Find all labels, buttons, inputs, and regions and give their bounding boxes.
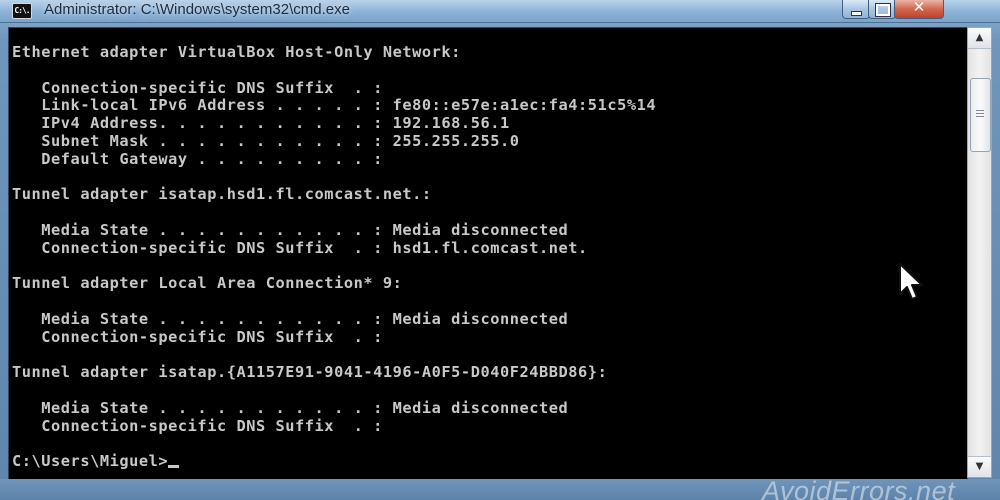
scroll-down-arrow-icon[interactable]: ▼ bbox=[968, 456, 991, 477]
title-bar[interactable]: C:\. Administrator: C:\Windows\system32\… bbox=[0, 0, 1000, 23]
mouse-pointer-icon bbox=[899, 263, 923, 300]
console-line: Ethernet adapter VirtualBox Host-Only Ne… bbox=[12, 43, 461, 61]
console-line: Tunnel adapter isatap.{A1157E91-9041-419… bbox=[12, 363, 608, 382]
vertical-scrollbar[interactable]: ▲ ▼ bbox=[967, 27, 992, 478]
cmd-app-icon[interactable]: C:\. bbox=[12, 3, 32, 19]
console-line: Media State . . . . . . . . . . . : Medi… bbox=[12, 220, 569, 239]
watermark: AvoidErrors.net bbox=[762, 476, 956, 500]
window-title: Administrator: C:\Windows\system32\cmd.e… bbox=[44, 1, 350, 18]
close-button[interactable]: ✕ bbox=[894, 0, 944, 19]
console-line: Connection-specific DNS Suffix . : bbox=[12, 327, 383, 346]
console-line: Link-local IPv6 Address . . . . . : fe80… bbox=[12, 96, 657, 115]
console-line: Default Gateway . . . . . . . . . : bbox=[12, 149, 383, 168]
console-line: Subnet Mask . . . . . . . . . . . : 255.… bbox=[12, 131, 520, 150]
console-line: Connection-specific DNS Suffix . : bbox=[12, 416, 383, 435]
prompt-line[interactable]: C:\Users\Miguel> bbox=[12, 452, 656, 471]
console-line: Connection-specific DNS Suffix . : hsd1.… bbox=[12, 238, 588, 257]
text-cursor bbox=[168, 465, 180, 469]
command-prompt: C:\Users\Miguel> bbox=[12, 452, 169, 471]
console-line: Tunnel adapter isatap.hsd1.fl.comcast.ne… bbox=[12, 185, 432, 204]
console-line: Media State . . . . . . . . . . . : Medi… bbox=[12, 398, 569, 417]
close-icon: ✕ bbox=[912, 0, 926, 16]
minimize-button[interactable] bbox=[842, 0, 870, 19]
console-text: Ethernet adapter VirtualBox Host-Only Ne… bbox=[12, 43, 657, 471]
console-line: IPv4 Address. . . . . . . . . . . : 192.… bbox=[12, 114, 510, 133]
console-line: Tunnel adapter Local Area Connection* 9: bbox=[12, 274, 403, 293]
console-output[interactable]: Ethernet adapter VirtualBox Host-Only Ne… bbox=[8, 27, 968, 480]
console-line: Connection-specific DNS Suffix . : bbox=[12, 78, 383, 97]
cmd-window: C:\. Administrator: C:\Windows\system32\… bbox=[0, 0, 1000, 500]
maximize-button[interactable] bbox=[868, 0, 896, 19]
scroll-up-arrow-icon[interactable]: ▲ bbox=[968, 28, 991, 49]
console-line: Media State . . . . . . . . . . . : Medi… bbox=[12, 309, 569, 328]
scroll-thumb[interactable] bbox=[970, 78, 991, 152]
